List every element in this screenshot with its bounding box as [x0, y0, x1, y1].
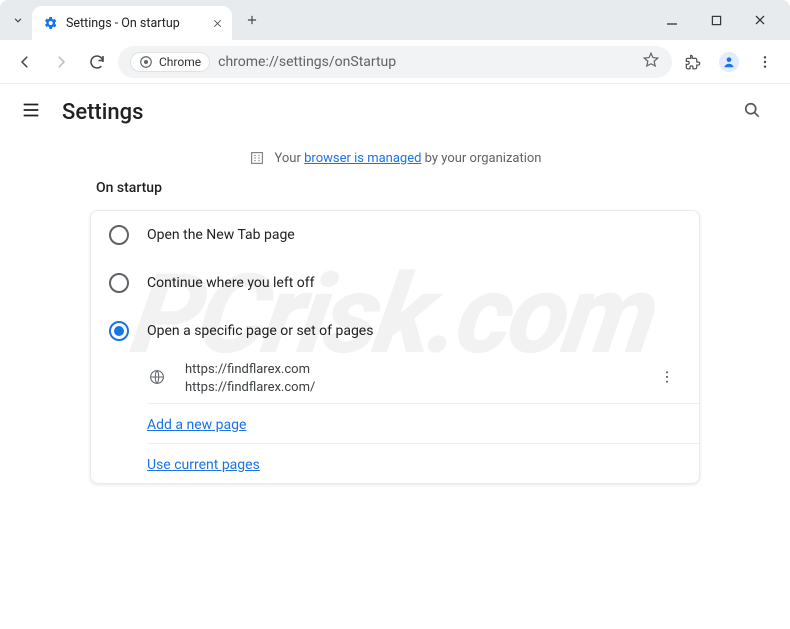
- browser-toolbar: Chrome chrome://settings/onStartup: [0, 40, 790, 84]
- plus-icon: [245, 13, 259, 27]
- option-specific-pages[interactable]: Open a specific page or set of pages: [91, 307, 699, 355]
- startup-page-text: https://findflarex.com https://findflare…: [185, 361, 635, 397]
- star-icon: [642, 51, 660, 69]
- chevron-down-icon: [11, 13, 25, 27]
- user-icon: [722, 55, 736, 69]
- startup-page-entry: https://findflarex.com https://findflare…: [91, 355, 699, 403]
- radio-button[interactable]: [109, 321, 129, 341]
- browser-tab-active[interactable]: Settings - On startup: [32, 6, 232, 40]
- arrow-left-icon: [16, 53, 34, 71]
- search-settings-button[interactable]: [734, 92, 770, 132]
- bookmark-button[interactable]: [642, 51, 660, 73]
- hamburger-menu-button[interactable]: [20, 99, 42, 125]
- use-current-pages-link[interactable]: Use current pages: [147, 457, 260, 473]
- chrome-menu-button[interactable]: [750, 47, 780, 77]
- puzzle-icon: [684, 53, 702, 71]
- minimize-icon: [666, 14, 678, 26]
- option-open-new-tab[interactable]: Open the New Tab page: [91, 211, 699, 259]
- forward-button[interactable]: [46, 47, 76, 77]
- back-button[interactable]: [10, 47, 40, 77]
- startup-card: Open the New Tab page Continue where you…: [90, 210, 700, 484]
- radio-button[interactable]: [109, 225, 129, 245]
- kebab-icon: [757, 54, 773, 70]
- option-continue[interactable]: Continue where you left off: [91, 259, 699, 307]
- option-label: Open a specific page or set of pages: [147, 323, 373, 339]
- option-label: Continue where you left off: [147, 275, 315, 291]
- close-icon: [212, 18, 223, 29]
- chip-label: Chrome: [159, 55, 201, 69]
- tab-title: Settings - On startup: [66, 16, 200, 31]
- omnibox[interactable]: Chrome chrome://settings/onStartup: [118, 46, 672, 78]
- reload-icon: [88, 53, 106, 71]
- radio-button[interactable]: [109, 273, 129, 293]
- settings-gear-icon: [42, 15, 58, 31]
- use-current-row: Use current pages: [91, 444, 699, 483]
- maximize-icon: [711, 15, 722, 26]
- kebab-icon: [659, 369, 675, 385]
- close-window-button[interactable]: [746, 6, 774, 34]
- site-security-chip[interactable]: Chrome: [130, 52, 210, 72]
- new-tab-button[interactable]: [238, 6, 266, 34]
- add-new-page-link[interactable]: Add a new page: [147, 417, 246, 433]
- tab-close-button[interactable]: [208, 14, 226, 32]
- option-label: Open the New Tab page: [147, 227, 295, 243]
- search-icon: [742, 100, 762, 120]
- minimize-button[interactable]: [658, 6, 686, 34]
- tab-search-button[interactable]: [4, 6, 32, 34]
- add-page-row: Add a new page: [91, 404, 699, 443]
- profile-button[interactable]: [714, 47, 744, 77]
- browser-managed-link[interactable]: browser is managed: [304, 151, 421, 166]
- page-more-button[interactable]: [653, 363, 681, 395]
- close-icon: [754, 14, 766, 26]
- url-text: chrome://settings/onStartup: [218, 54, 634, 70]
- extensions-button[interactable]: [678, 47, 708, 77]
- section-title: On startup: [90, 180, 700, 196]
- hamburger-icon: [20, 99, 42, 121]
- building-icon: [249, 150, 265, 166]
- settings-header: Settings: [0, 84, 790, 140]
- managed-banner: Your browser is managed by your organiza…: [0, 140, 790, 180]
- arrow-right-icon: [52, 53, 70, 71]
- managed-text: Your browser is managed by your organiza…: [275, 151, 542, 166]
- maximize-button[interactable]: [702, 6, 730, 34]
- on-startup-section: On startup Open the New Tab page Continu…: [0, 180, 790, 484]
- page-title: Settings: [62, 100, 143, 125]
- chrome-logo-icon: [139, 55, 153, 69]
- window-controls: [658, 6, 782, 34]
- reload-button[interactable]: [82, 47, 112, 77]
- globe-icon: [147, 368, 167, 390]
- browser-titlebar: Settings - On startup: [0, 0, 790, 40]
